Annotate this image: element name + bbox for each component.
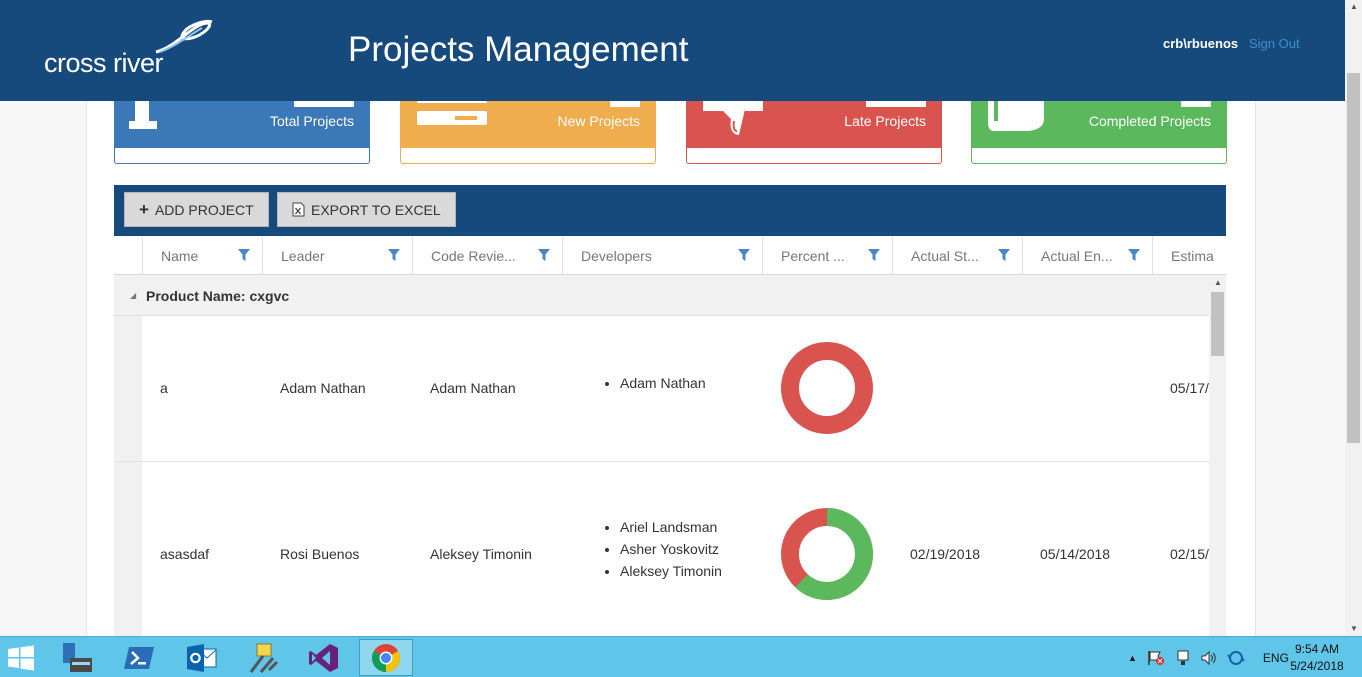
tray-expand-icon[interactable]: ▲ [1128,653,1137,663]
logo-text: cross river [44,48,164,78]
tools-icon[interactable] [237,639,291,676]
cell-estimated: 02/15/ [1170,546,1209,562]
scroll-down-arrow-icon[interactable]: ▼ [1350,624,1358,633]
developers-list: Ariel Landsman Asher Yoskovitz Aleksey T… [602,516,722,582]
current-user: crb\rbuenos [1163,36,1239,51]
cell-name: a [160,380,168,396]
page-title: Projects Management [348,30,689,69]
grid-scrollbar[interactable]: ▲ [1209,275,1226,636]
row-indent [114,462,142,636]
column-header-leader[interactable]: Leader [262,236,412,274]
cell-leader: Adam Nathan [280,380,366,396]
grid-body: a Adam Nathan Adam Nathan Adam Nathan 05… [114,316,1210,636]
percent-donut-chart [781,342,873,434]
list-item: Adam Nathan [620,372,706,394]
scrollbar-thumb[interactable] [1347,73,1360,443]
scroll-up-arrow-icon[interactable]: ▲ [1214,278,1222,287]
page: cross river Projects Management crb\rbue… [0,0,1362,677]
add-project-label: ADD PROJECT [154,201,254,218]
logo[interactable]: cross river [44,18,224,78]
list-item: Ariel Landsman [620,516,722,538]
column-header-label: Actual St... [911,247,979,264]
system-tray: ▲ ENG [1128,637,1289,677]
card-label: New Projects [557,113,640,129]
windows-start-icon[interactable] [0,639,48,676]
server-manager-icon[interactable] [50,639,104,676]
column-header-actual-start[interactable]: Actual St... [892,236,1022,274]
filter-icon[interactable] [238,249,250,261]
group-label: Product Name: cxgvc [146,288,290,304]
chrome-icon[interactable] [359,639,413,676]
filter-icon[interactable] [1128,249,1140,261]
row-indent [114,316,142,461]
column-header-developers[interactable]: Developers [562,236,762,274]
column-header-label: Actual En... [1041,247,1113,264]
column-header-estimated[interactable]: Estima [1152,236,1226,274]
group-row[interactable]: ◢ Product Name: cxgvc [114,275,1210,316]
system-clock[interactable]: 9:54 AM 5/24/2018 [1287,641,1347,675]
column-header-label: Estima [1171,247,1214,264]
list-item: Asher Yoskovitz [620,538,722,560]
grid-toolbar: + ADD PROJECT EXPORT TO EXCEL [114,185,1226,236]
list-item: Aleksey Timonin [620,560,722,582]
cell-estimated: 05/17/ [1170,380,1209,396]
visual-studio-icon[interactable] [297,639,351,676]
language-indicator[interactable]: ENG [1263,651,1289,665]
action-center-flag-icon[interactable] [1147,650,1165,666]
column-header-name[interactable]: Name [142,236,262,274]
column-header-label: Name [161,247,199,264]
grid-header: Name Leader Code Revie... Developers Per… [114,236,1226,275]
windows-taskbar: ▲ ENG 9:54 AM 5/24/2018 [0,636,1362,677]
column-header-label: Code Revie... [431,247,516,264]
cell-actual-end: 05/14/2018 [1040,546,1111,562]
page-scrollbar[interactable]: ▲ ▼ [1345,0,1362,636]
cell-name: asasdaf [160,546,210,562]
excel-file-icon [292,202,305,217]
filter-icon[interactable] [738,249,750,261]
powershell-icon[interactable] [112,639,166,676]
sync-icon[interactable] [1227,650,1245,666]
scrollbar-thumb[interactable] [1211,292,1224,356]
card-label: Completed Projects [1088,113,1211,129]
sign-out-link[interactable]: Sign Out [1249,36,1300,51]
column-header-label: Developers [581,247,652,264]
scroll-up-arrow-icon[interactable]: ▲ [1350,2,1358,11]
clock-time: 9:54 AM [1294,642,1340,656]
card-label: Total Projects [269,113,354,129]
percent-donut-chart [781,508,873,600]
column-header-label: Leader [281,247,325,264]
filter-icon[interactable] [388,249,400,261]
app-header: cross river Projects Management crb\rbue… [0,0,1345,101]
export-label: EXPORT TO EXCEL [311,201,441,218]
collapse-arrow-icon[interactable]: ◢ [130,291,136,300]
cell-code-reviewer: Aleksey Timonin [430,546,532,562]
donut-remaining-slice [781,342,873,434]
network-icon[interactable] [1175,650,1191,666]
card-label: Late Projects [844,113,926,129]
cell-leader: Rosi Buenos [280,546,360,562]
clock-date: 5/24/2018 [1290,659,1344,673]
developers-list: Adam Nathan [602,372,706,394]
cell-actual-start: 02/19/2018 [910,546,981,562]
export-to-excel-button[interactable]: EXPORT TO EXCEL [277,192,456,227]
filter-icon[interactable] [868,249,880,261]
add-project-button[interactable]: + ADD PROJECT [124,192,269,227]
column-header-code-reviewer[interactable]: Code Revie... [412,236,562,274]
table-row[interactable]: asasdaf Rosi Buenos Aleksey Timonin Arie… [114,462,1210,636]
filter-icon[interactable] [538,249,550,261]
outlook-icon[interactable] [175,639,229,676]
volume-icon[interactable] [1201,650,1217,666]
table-row[interactable]: a Adam Nathan Adam Nathan Adam Nathan 05… [114,316,1210,462]
cell-code-reviewer: Adam Nathan [430,380,516,396]
column-header-percent[interactable]: Percent ... [762,236,892,274]
column-header-label: Percent ... [781,247,845,264]
filter-icon[interactable] [998,249,1010,261]
plus-icon: + [139,199,149,219]
column-header-actual-end[interactable]: Actual En... [1022,236,1152,274]
